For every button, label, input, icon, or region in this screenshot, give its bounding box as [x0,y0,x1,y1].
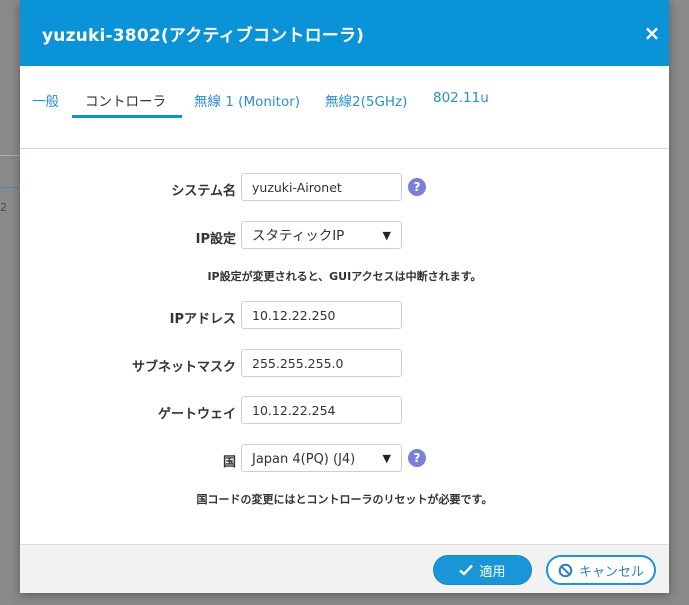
system-name-row: システム名 yuzuki-Aironet ? [20,173,669,203]
dialog-header: yuzuki-3802(アクティブコントローラ) × [20,0,669,66]
country-note: 国コードの変更にはとコントローラのリセットが必要です。 [196,493,493,506]
active-tab-indicator [72,115,182,118]
ip-setting-select[interactable]: スタティックIP ▼ [241,221,402,249]
ip-setting-note: IP設定が変更されると、GUIアクセスは中断されます。 [207,270,482,283]
system-name-input[interactable]: yuzuki-Aironet [241,173,402,201]
gateway-input[interactable]: 10.12.22.254 [241,396,402,424]
country-label: 国 [222,455,236,470]
gateway-label: ゲートウェイ [157,407,236,422]
cancel-label: キャンセル [578,564,644,580]
chevron-down-icon: ▼ [382,229,391,242]
backdrop-row-number: 2 [0,201,7,214]
subnet-mask-input[interactable]: 255.255.255.0 [241,349,402,377]
dialog-footer: 適用 キャンセル [20,544,669,593]
backdrop-divider [0,155,20,156]
gateway-row: ゲートウェイ 10.12.22.254 [20,396,669,426]
country-row: 国 Japan 4(PQ) (J4) ▼ ? [20,444,669,474]
dialog-title: yuzuki-3802(アクティブコントローラ) [42,26,365,46]
apply-button[interactable]: 適用 [433,555,532,585]
ip-setting-value: スタティックIP [252,228,345,244]
country-select[interactable]: Japan 4(PQ) (J4) ▼ [241,444,402,472]
help-icon[interactable]: ? [408,449,426,467]
backdrop-accent-line [0,187,20,188]
chevron-down-icon: ▼ [382,452,391,465]
tab-bar: 一般 コントローラ 無線 1 (Monitor) 無線2(5GHz) 802.1… [20,66,669,149]
ip-setting-row: IP設定 スタティックIP ▼ [20,221,669,251]
apply-label: 適用 [479,564,506,580]
ban-icon [558,563,573,578]
cancel-button[interactable]: キャンセル [546,555,656,585]
close-icon[interactable]: × [642,23,662,43]
check-icon [459,564,474,576]
ip-address-row: IPアドレス 10.12.22.250 [20,301,669,331]
ip-setting-label: IP設定 [195,232,236,247]
tab-general[interactable]: 一般 [32,90,59,110]
tab-80211u[interactable]: 802.11u [433,90,489,106]
ip-address-label: IPアドレス [169,312,236,327]
controller-dialog: yuzuki-3802(アクティブコントローラ) × 一般 コントローラ 無線 … [20,0,669,593]
subnet-mask-row: サブネットマスク 255.255.255.0 [20,349,669,379]
tab-controller[interactable]: コントローラ [85,90,166,110]
tab-radio-1[interactable]: 無線 1 (Monitor) [194,90,300,110]
subnet-mask-label: サブネットマスク [131,360,236,375]
country-value: Japan 4(PQ) (J4) [252,452,356,467]
ip-address-input[interactable]: 10.12.22.250 [241,301,402,329]
help-icon[interactable]: ? [408,178,426,196]
system-name-label: システム名 [171,184,236,199]
tab-radio-2[interactable]: 無線2(5GHz) [325,90,407,110]
